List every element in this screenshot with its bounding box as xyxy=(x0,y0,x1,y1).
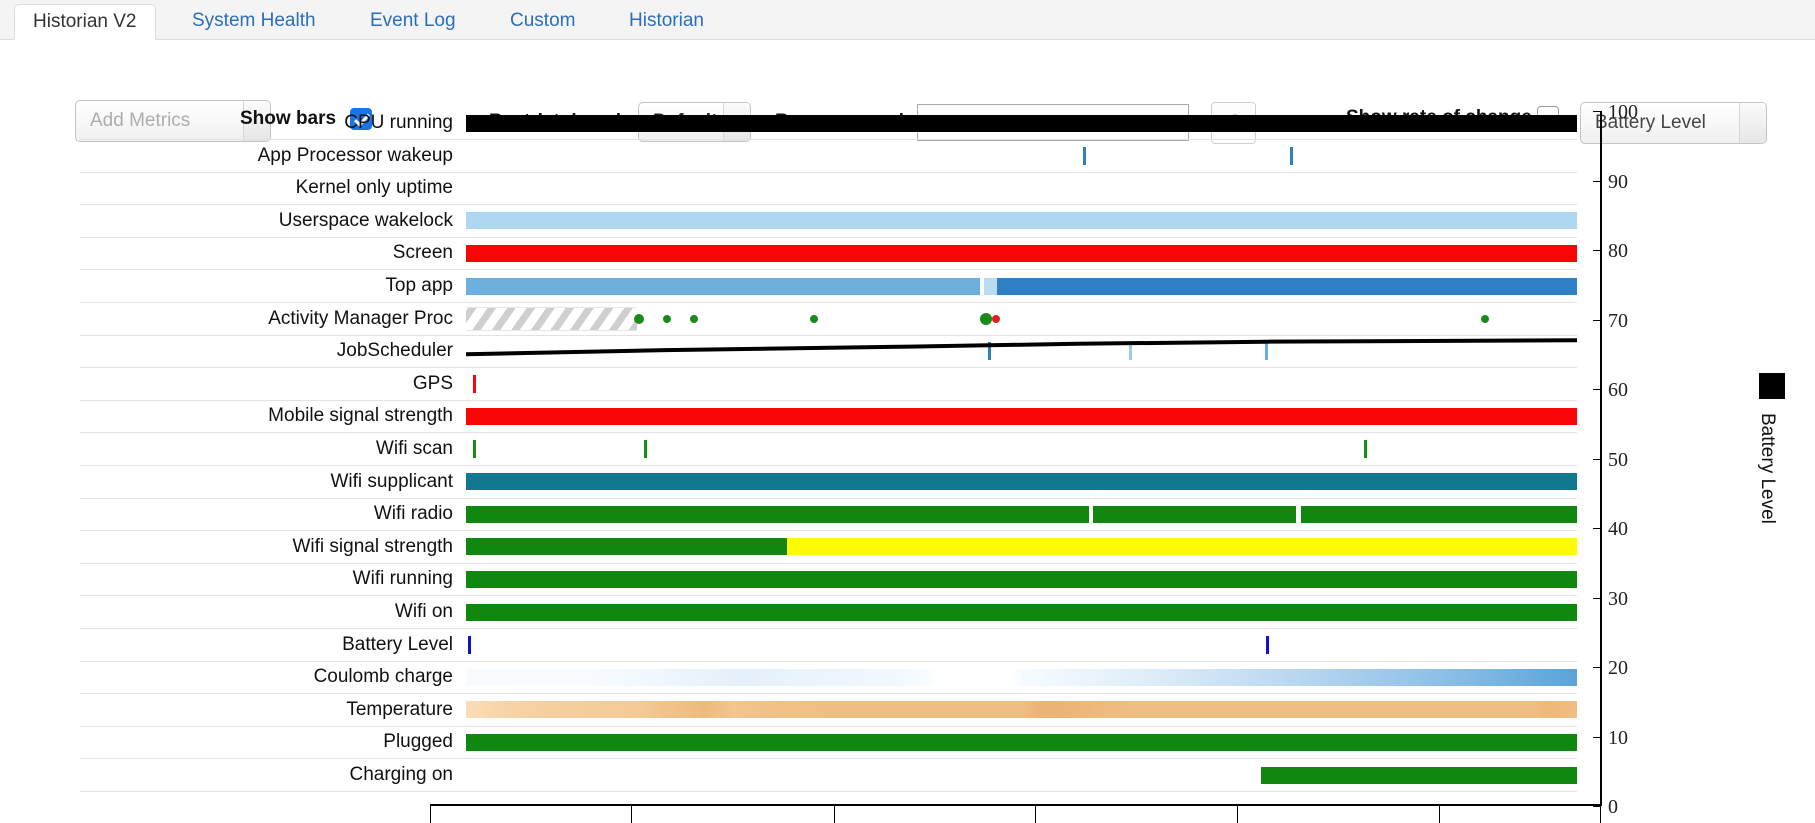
legend-label: Battery Level xyxy=(1757,413,1778,524)
tab-event-log[interactable]: Event Log xyxy=(352,4,474,40)
tab-label: System Health xyxy=(192,10,316,31)
tab-label: Event Log xyxy=(370,10,456,31)
tab-custom[interactable]: Custom xyxy=(492,4,593,40)
tab-system-health[interactable]: System Health xyxy=(174,4,334,40)
tab-label: Historian V2 xyxy=(33,11,137,32)
tab-historian-v2[interactable]: Historian V2 xyxy=(14,4,156,40)
toolbar: Add Metrics Show bars Restrict domain De… xyxy=(0,40,1815,144)
legend-swatch xyxy=(1759,373,1785,399)
battery-level-line xyxy=(465,338,1578,357)
historian-timeline-chart: CPU running App Processor wakeup Kernel on… xyxy=(0,102,1815,823)
tab-label: Custom xyxy=(510,10,576,31)
tab-label: Historian xyxy=(629,10,704,31)
tab-bar: Historian V2 System Health Event Log Custom… xyxy=(0,0,1815,40)
tab-historian[interactable]: Historian xyxy=(611,4,722,40)
